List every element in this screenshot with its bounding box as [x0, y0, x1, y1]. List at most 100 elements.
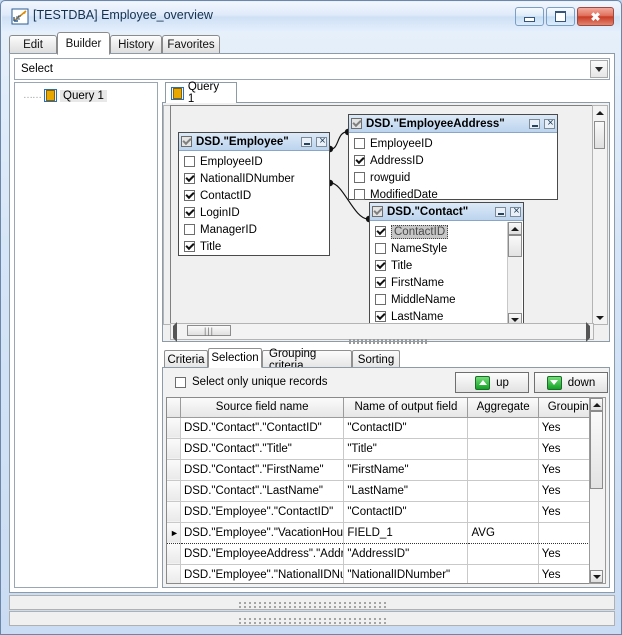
field-checkbox[interactable]	[354, 155, 365, 166]
cell-aggregate[interactable]	[467, 564, 539, 583]
cell-aggregate[interactable]	[467, 543, 539, 565]
cell-source[interactable]: DSD."Employee"."ContactID"	[180, 501, 345, 523]
tab-criteria[interactable]: Criteria	[164, 350, 208, 368]
minimize-icon[interactable]	[529, 118, 540, 129]
close-button[interactable]: ✖	[577, 7, 614, 26]
field-checkbox[interactable]	[184, 241, 195, 252]
unique-records-checkbox[interactable]	[175, 376, 186, 388]
table-box-contact[interactable]: DSD."Contact" ContactID NameStyle Title …	[369, 202, 524, 324]
row-indicator[interactable]	[167, 459, 181, 481]
cell-source[interactable]: DSD."Employee"."VacationHours"	[180, 521, 345, 544]
grid-scroll-down[interactable]	[590, 570, 603, 583]
field-checkbox[interactable]	[375, 277, 386, 288]
cell-aggregate[interactable]	[467, 501, 539, 523]
field-row[interactable]: rowguid	[349, 169, 557, 186]
field-checkbox[interactable]	[354, 189, 365, 200]
move-down-button[interactable]: down	[534, 372, 608, 393]
field-row[interactable]: LoginID	[179, 204, 329, 221]
resize-grip[interactable]	[238, 601, 386, 604]
statement-type-dropdown-button[interactable]	[590, 60, 608, 78]
field-row[interactable]: ManagerID	[179, 221, 329, 238]
cell-aggregate[interactable]	[467, 459, 539, 481]
cell-aggregate[interactable]: AVG	[467, 521, 539, 544]
diagram-scroll-thumb[interactable]	[594, 121, 605, 149]
scroll-up-button[interactable]	[508, 222, 522, 235]
cell-output[interactable]: "ContactID"	[343, 501, 469, 523]
close-icon[interactable]	[544, 117, 556, 129]
field-row[interactable]: MiddleName	[370, 291, 523, 308]
diagram-splitter-grip[interactable]	[323, 337, 453, 342]
cell-source[interactable]: DSD."Contact"."FirstName"	[180, 459, 345, 481]
field-row[interactable]: NationalIDNumber	[179, 170, 329, 187]
move-up-button[interactable]: up	[455, 372, 529, 393]
cell-aggregate[interactable]	[467, 480, 539, 502]
table-box-employeeaddress[interactable]: DSD."EmployeeAddress" EmployeeID Address…	[348, 114, 558, 203]
field-checkbox[interactable]	[354, 138, 365, 149]
field-row[interactable]: ContactID	[179, 187, 329, 204]
minimize-icon[interactable]	[495, 206, 506, 217]
statement-type-combo[interactable]: Select	[14, 58, 610, 80]
table-header-employeeaddress[interactable]: DSD."EmployeeAddress"	[349, 115, 557, 133]
column-header-aggregate[interactable]: Aggregate	[467, 398, 539, 418]
diagram-scroll-down[interactable]	[594, 312, 605, 323]
tab-history[interactable]: History	[110, 35, 162, 54]
unique-records-checkbox-row[interactable]: Select only unique records	[175, 376, 328, 388]
table-box-employee[interactable]: DSD."Employee" EmployeeID NationalIDNumb…	[178, 132, 330, 256]
field-checkbox[interactable]	[375, 311, 386, 322]
field-checkbox[interactable]	[375, 294, 386, 305]
field-checkbox[interactable]	[184, 156, 195, 167]
cell-source[interactable]: DSD."Contact"."ContactID"	[180, 417, 345, 439]
table-scrollbar-contact[interactable]	[507, 222, 522, 324]
close-icon[interactable]	[316, 135, 328, 147]
cell-output[interactable]: "Title"	[343, 438, 469, 460]
cell-source[interactable]: DSD."Contact"."LastName"	[180, 480, 345, 502]
field-row[interactable]: ContactID	[370, 223, 523, 240]
cell-output[interactable]: "LastName"	[343, 480, 469, 502]
field-row[interactable]: EmployeeID	[349, 135, 557, 152]
diagram-scroll-left[interactable]	[173, 322, 177, 342]
table-row[interactable]: DSD."Contact"."ContactID" "ContactID" Yes	[167, 417, 605, 439]
query-tab-query-1[interactable]: Query 1	[165, 81, 237, 105]
field-checkbox[interactable]	[184, 190, 195, 201]
cell-output[interactable]: "FirstName"	[343, 459, 469, 481]
row-indicator[interactable]	[167, 480, 181, 502]
tab-builder[interactable]: Builder	[57, 32, 110, 55]
diagram-scroll-right[interactable]	[586, 322, 590, 342]
cell-source[interactable]: DSD."Employee"."NationalIDNumber"	[180, 564, 345, 583]
field-row[interactable]: NameStyle	[370, 240, 523, 257]
table-row[interactable]: DSD."Employee"."ContactID" "ContactID" Yes	[167, 501, 605, 523]
minimize-icon[interactable]	[301, 136, 312, 147]
table-checkbox-contact[interactable]	[372, 206, 383, 217]
field-checkbox[interactable]	[184, 224, 195, 235]
cell-output[interactable]: "NationalIDNumber"	[343, 564, 469, 583]
grid-vertical-scrollbar[interactable]	[589, 397, 606, 584]
cell-output[interactable]: "AddressID"	[343, 543, 469, 565]
cell-output[interactable]: FIELD_1	[343, 521, 469, 544]
tab-edit[interactable]: Edit	[9, 35, 57, 54]
field-checkbox[interactable]	[375, 243, 386, 254]
field-checkbox[interactable]	[375, 226, 386, 237]
grid-scroll-thumb[interactable]	[590, 411, 603, 489]
field-row[interactable]: FirstName	[370, 274, 523, 291]
table-checkbox-employee[interactable]	[181, 136, 192, 147]
selection-grid[interactable]: Source field name Name of output field A…	[166, 397, 606, 584]
field-row[interactable]: Title	[370, 257, 523, 274]
field-row[interactable]: EmployeeID	[179, 153, 329, 170]
table-row[interactable]: DSD."Contact"."Title" "Title" Yes	[167, 438, 605, 460]
table-row[interactable]: DSD."Contact"."FirstName" "FirstName" Yes	[167, 459, 605, 481]
row-indicator[interactable]	[167, 564, 181, 583]
tab-grouping-criteria[interactable]: Grouping criteria	[262, 348, 352, 372]
scroll-thumb[interactable]	[508, 235, 522, 257]
tab-selection[interactable]: Selection	[208, 348, 262, 368]
table-header-contact[interactable]: DSD."Contact"	[370, 203, 523, 221]
row-indicator[interactable]: ►	[167, 521, 181, 544]
field-row[interactable]: ModifiedDate	[349, 186, 557, 203]
field-checkbox[interactable]	[375, 260, 386, 271]
maximize-button[interactable]	[546, 7, 575, 26]
row-indicator[interactable]	[167, 501, 181, 523]
table-checkbox-employeeaddress[interactable]	[351, 118, 362, 129]
table-row[interactable]: DSD."Contact"."LastName" "LastName" Yes	[167, 480, 605, 502]
table-row[interactable]: DSD."EmployeeAddress"."AddressID""Addres…	[167, 543, 605, 565]
field-checkbox[interactable]	[354, 172, 365, 183]
table-header-employee[interactable]: DSD."Employee"	[179, 133, 329, 151]
